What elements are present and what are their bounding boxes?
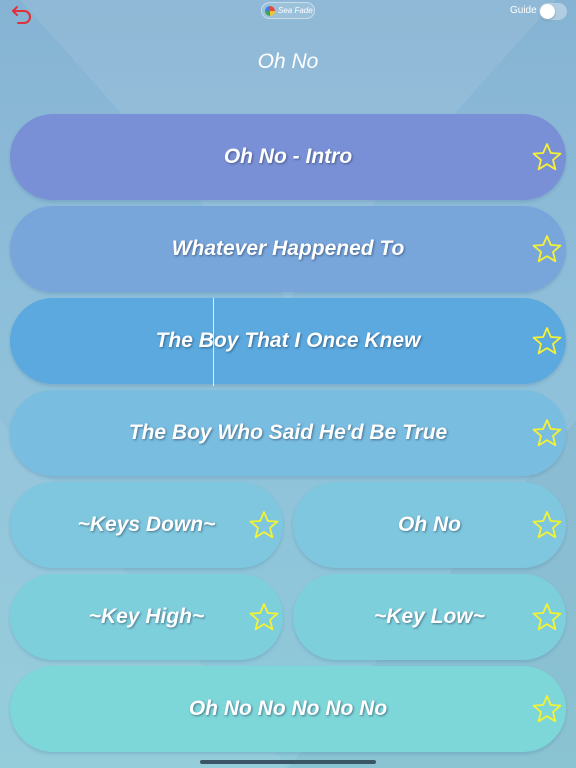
phrase-pad-label: Oh No No No No No xyxy=(188,697,388,720)
phrase-pad-label: Oh No - Intro xyxy=(223,145,353,168)
favorite-star-icon[interactable] xyxy=(532,418,562,448)
favorite-star-icon[interactable] xyxy=(532,510,562,540)
back-button[interactable] xyxy=(8,2,36,26)
phrase-pad-label: ~Key Low~ xyxy=(374,605,485,628)
phrase-pad-label: The Boy Who Said He'd Be True xyxy=(128,421,448,444)
phrase-pad[interactable]: ~Key Low~ xyxy=(293,574,566,660)
phrase-pad[interactable]: Oh No No No No No xyxy=(10,666,566,752)
phrase-pad-label: Oh No xyxy=(398,513,461,536)
page-title: Oh No xyxy=(257,50,319,73)
favorite-star-icon[interactable] xyxy=(532,602,562,632)
phrase-pad[interactable]: Oh No xyxy=(293,482,566,568)
favorite-star-icon[interactable] xyxy=(532,234,562,264)
phrase-pad[interactable]: The Boy Who Said He'd Be True xyxy=(10,390,566,476)
phrase-pad[interactable]: ~Keys Down~ xyxy=(10,482,283,568)
guide-toggle[interactable] xyxy=(539,3,567,20)
phrase-pad-label: The Boy That I Once Knew xyxy=(155,329,421,352)
phrase-pad-label: ~Keys Down~ xyxy=(77,513,216,536)
color-wheel-icon xyxy=(265,5,275,16)
guide-label: Guide xyxy=(510,5,537,16)
theme-badge[interactable]: Sea Fade xyxy=(261,2,315,19)
phrase-pad[interactable]: Oh No - Intro xyxy=(10,114,566,200)
phrase-pad-label: Whatever Happened To xyxy=(171,237,405,260)
toggle-knob xyxy=(540,4,555,19)
favorite-star-icon[interactable] xyxy=(532,694,562,724)
favorite-star-icon[interactable] xyxy=(249,602,279,632)
home-indicator xyxy=(200,760,376,764)
phrase-pad-label: ~Key High~ xyxy=(88,605,205,628)
phrase-pad[interactable]: The Boy That I Once Knew xyxy=(10,298,566,384)
undo-arrow-icon xyxy=(12,6,31,24)
top-bar: Sea Fade Guide xyxy=(0,0,576,30)
favorite-star-icon[interactable] xyxy=(532,142,562,172)
favorite-star-icon[interactable] xyxy=(249,510,279,540)
phrase-pad[interactable]: ~Key High~ xyxy=(10,574,283,660)
playhead-line xyxy=(213,298,214,386)
phrase-pad[interactable]: Whatever Happened To xyxy=(10,206,566,292)
theme-badge-label: Sea Fade xyxy=(278,6,313,15)
favorite-star-icon[interactable] xyxy=(532,326,562,356)
